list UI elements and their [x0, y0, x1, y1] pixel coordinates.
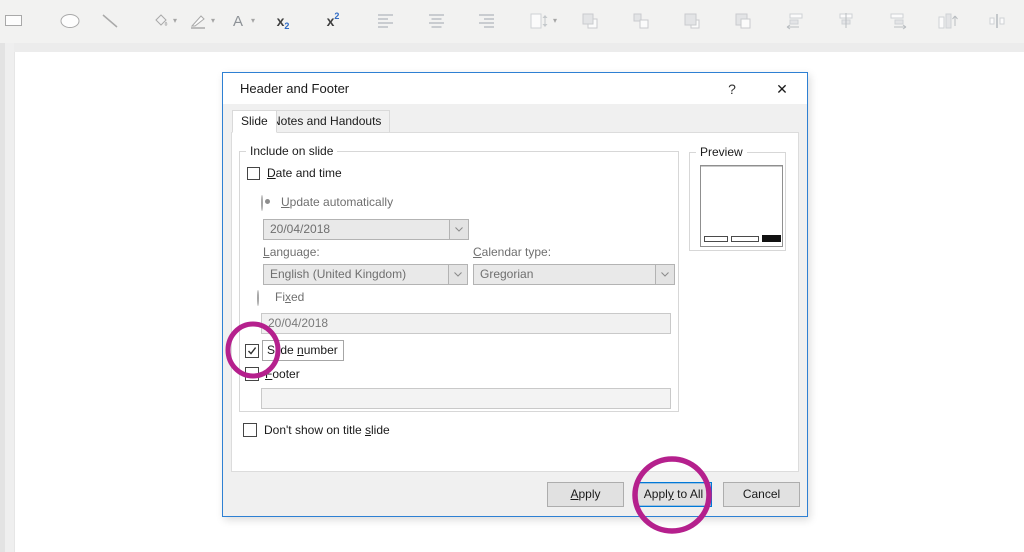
rotate-objects-icon[interactable] — [935, 9, 959, 33]
send-to-back-icon[interactable] — [731, 9, 755, 33]
preview-thumbnail — [700, 165, 783, 247]
footer-checkbox[interactable] — [245, 367, 259, 381]
dialog-title: Header and Footer — [240, 81, 350, 96]
distribute-objects-icon[interactable] — [985, 9, 1009, 33]
superscript-icon[interactable]: x2 — [321, 9, 345, 33]
date-format-dropdown[interactable]: 20/04/2018 — [263, 219, 469, 240]
calendar-type-label: Calendar type: — [473, 245, 552, 259]
shape-outline-dropdown-icon[interactable]: ▾ — [208, 16, 218, 26]
align-objects-right-icon[interactable] — [886, 9, 910, 33]
tab-notes-and-handouts[interactable]: Notes and Handouts — [263, 110, 391, 133]
fixed-radio[interactable] — [257, 290, 259, 306]
fixed-label[interactable]: Fixed — [275, 290, 304, 304]
toolbar: ▾ ▾ A ▾ x2 x2 ▾ — [0, 0, 1024, 43]
footer-label[interactable]: Footer — [265, 367, 300, 381]
preview-legend: Preview — [696, 145, 747, 159]
shape-rectangle-icon[interactable] — [2, 9, 26, 33]
calendar-type-dropdown[interactable]: Gregorian — [473, 264, 675, 285]
dont-show-on-title-slide-label[interactable]: Don't show on title slide — [264, 423, 390, 437]
send-backward-icon[interactable] — [629, 9, 653, 33]
fixed-date-field[interactable]: 20/04/2018 — [261, 313, 671, 334]
font-color-dropdown-icon[interactable]: ▾ — [248, 16, 258, 26]
preview-slide-number-placeholder — [762, 235, 781, 242]
align-objects-left-icon[interactable] — [783, 9, 807, 33]
chevron-down-icon — [655, 265, 674, 284]
chevron-down-icon — [448, 265, 467, 284]
line-spacing-icon[interactable] — [527, 9, 551, 33]
update-automatically-label[interactable]: Update automatically — [281, 195, 393, 209]
update-automatically-radio[interactable] — [261, 195, 263, 211]
cancel-button[interactable]: Cancel — [723, 482, 800, 507]
tab-slide[interactable]: Slide — [232, 110, 277, 133]
dialog-tabstrip: Slide Notes and Handouts — [223, 104, 807, 133]
shape-line-icon[interactable] — [98, 9, 122, 33]
bring-forward-icon[interactable] — [578, 9, 602, 33]
font-color-icon[interactable]: A — [226, 9, 250, 33]
left-rail — [0, 43, 14, 552]
bring-to-front-icon[interactable] — [680, 9, 704, 33]
header-footer-dialog: Header and Footer ? ✕ Slide Notes and Ha… — [222, 72, 808, 517]
apply-button[interactable]: Apply — [547, 482, 624, 507]
language-label: Language: — [263, 245, 320, 259]
checkmark-icon — [247, 347, 257, 355]
include-on-slide-legend: Include on slide — [246, 144, 338, 158]
footer-text-field[interactable] — [261, 388, 671, 409]
shape-fill-dropdown-icon[interactable]: ▾ — [170, 16, 180, 26]
svg-text:A: A — [233, 13, 243, 30]
preview-group: Preview — [689, 145, 786, 251]
align-text-right-icon[interactable] — [475, 9, 499, 33]
shape-outline-icon[interactable] — [186, 9, 210, 33]
dont-show-on-title-slide-checkbox[interactable] — [243, 423, 257, 437]
close-icon[interactable]: ✕ — [769, 77, 795, 101]
date-and-time-checkbox[interactable] — [247, 167, 260, 180]
date-and-time-label[interactable]: Date and time — [267, 166, 342, 180]
language-dropdown[interactable]: English (United Kingdom) — [263, 264, 468, 285]
line-spacing-dropdown-icon[interactable]: ▾ — [550, 16, 560, 26]
chevron-down-icon — [449, 220, 468, 239]
slide-number-checkbox[interactable] — [245, 344, 259, 358]
slide-number-label[interactable]: Slide number — [262, 340, 344, 361]
align-text-left-icon[interactable] — [374, 9, 398, 33]
preview-date-placeholder — [704, 236, 728, 242]
align-objects-center-icon[interactable] — [834, 9, 858, 33]
dialog-titlebar: Header and Footer ? ✕ — [223, 73, 807, 104]
help-icon[interactable]: ? — [719, 78, 745, 100]
shape-fill-icon[interactable] — [148, 9, 172, 33]
subscript-icon[interactable]: x2 — [271, 9, 295, 33]
preview-footer-placeholder — [731, 236, 759, 242]
align-text-center-icon[interactable] — [425, 9, 449, 33]
apply-to-all-button[interactable]: Apply to All — [635, 482, 712, 507]
shape-oval-icon[interactable] — [58, 9, 82, 33]
